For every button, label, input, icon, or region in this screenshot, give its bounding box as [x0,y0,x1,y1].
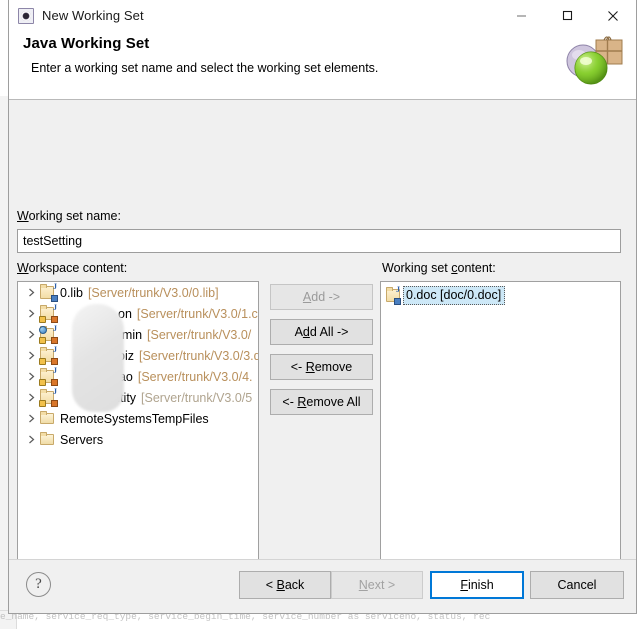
new-working-set-dialog: New Working Set Java Working Set Enter a… [8,0,637,614]
maximize-icon[interactable] [544,0,590,31]
close-icon[interactable] [590,0,636,31]
working-set-rows: J 0.doc [doc/0.doc] [381,282,620,599]
tree-row[interactable]: RemoteSystemsTempFiles [18,408,258,429]
dialog-title: New Working Set [42,8,144,23]
dialog-title-bar: New Working Set [9,0,636,31]
dialog-button-bar: ? < Back Next > Finish Cancel [9,559,636,613]
add-button[interactable]: Add -> [270,284,373,310]
chevron-right-icon[interactable] [24,393,39,402]
java-project-icon: J [39,366,58,386]
tree-row[interactable]: J biz [Server/trunk/V3.0/3.d [18,345,258,366]
working-set-icon [18,7,34,24]
chevron-right-icon[interactable] [24,414,39,423]
page-title: Java Working Set [23,35,150,52]
working-set-banner-icon [558,30,628,92]
java-project-icon: J [39,387,58,407]
chevron-right-icon[interactable] [24,288,39,297]
transfer-buttons: Add -> Add All -> <- Remove <- Remove Al… [270,284,373,424]
remove-button[interactable]: <- Remove [270,354,373,380]
dialog-body: Working set name: Workspace content: Wor… [9,100,636,613]
working-set-name-label: Working set name: [17,209,121,223]
working-set-name-input[interactable] [17,229,621,253]
minimize-icon[interactable] [498,0,544,31]
cancel-button[interactable]: Cancel [530,571,624,599]
working-set-content-tree[interactable]: J 0.doc [doc/0.doc] [380,281,621,600]
java-web-project-icon: J [39,324,58,344]
help-icon[interactable]: ? [26,572,51,597]
list-item-label: 0.doc [doc/0.doc] [403,286,506,305]
java-project-icon: J [39,303,58,323]
chevron-right-icon[interactable] [24,351,39,360]
java-project-icon: J [39,282,58,302]
chevron-right-icon[interactable] [24,435,39,444]
chevron-right-icon[interactable] [24,372,39,381]
chevron-right-icon[interactable] [24,330,39,339]
java-project-icon: J [384,285,403,305]
page-description: Enter a working set name and select the … [31,61,379,75]
folder-icon [39,410,57,427]
finish-button[interactable]: Finish [430,571,524,599]
working-set-content-label: Working set content: [382,261,496,275]
chevron-right-icon[interactable] [24,309,39,318]
tree-row[interactable]: J admin [Server/trunk/V3.0/ [18,324,258,345]
dialog-header: Java Working Set Enter a working set nam… [9,31,636,100]
tree-row[interactable]: J -entity [Server/trunk/V3.0/5 [18,387,258,408]
workspace-tree-rows: J 0.lib [Server/trunk/V3.0/0.lib] J on [… [18,282,258,578]
list-item[interactable]: J 0.doc [doc/0.doc] [384,285,506,305]
tree-row[interactable]: J dao [Server/trunk/V3.0/4. [18,366,258,387]
workspace-content-label: Workspace content: [17,261,128,275]
java-project-icon: J [39,345,58,365]
workspace-content-tree[interactable]: J 0.lib [Server/trunk/V3.0/0.lib] J on [… [17,281,259,600]
tree-row[interactable]: Servers [18,429,258,450]
folder-icon [39,431,57,448]
remove-all-button[interactable]: <- Remove All [270,389,373,415]
add-all-button[interactable]: Add All -> [270,319,373,345]
next-button[interactable]: Next > [331,571,423,599]
tree-row[interactable]: J on [Server/trunk/V3.0/1.c [18,303,258,324]
back-button[interactable]: < Back [239,571,331,599]
tree-row[interactable]: J 0.lib [Server/trunk/V3.0/0.lib] [18,282,258,303]
